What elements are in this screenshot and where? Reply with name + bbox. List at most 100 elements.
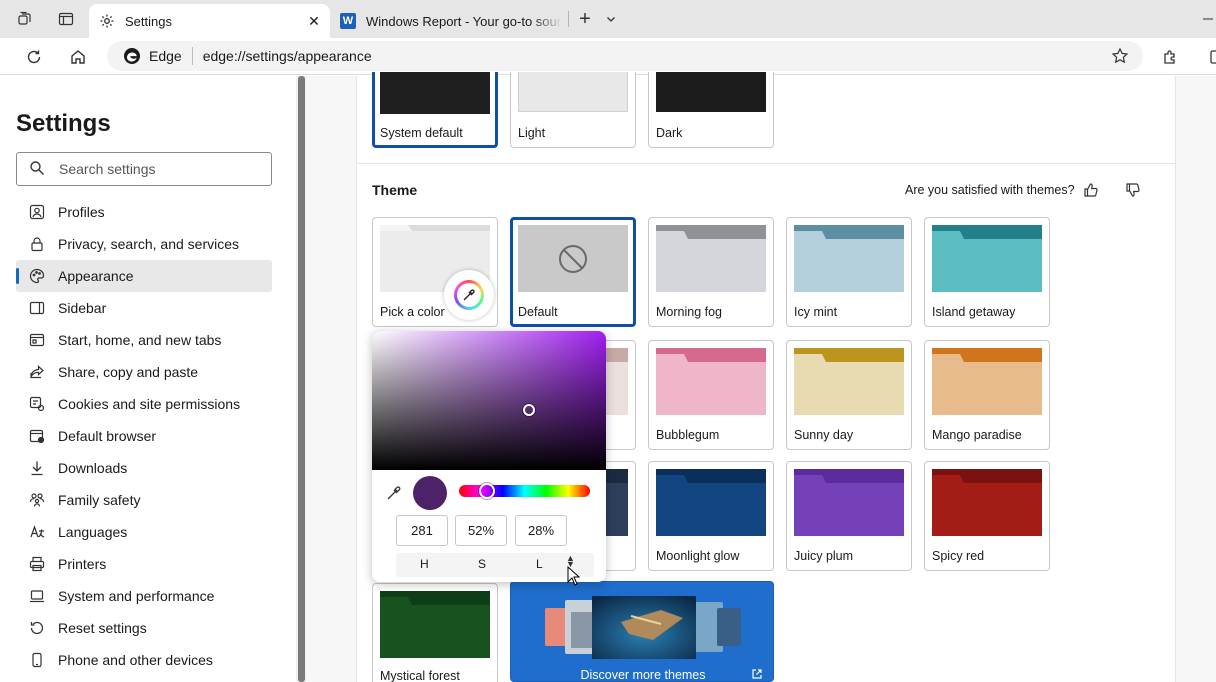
close-tab-icon[interactable]: ✕ (304, 11, 324, 31)
language-icon (28, 523, 46, 541)
folder-preview (656, 469, 766, 536)
home-icon[interactable] (67, 46, 89, 68)
tab-title: Settings (125, 13, 172, 29)
reset-icon (28, 619, 46, 637)
workspaces-icon[interactable] (14, 9, 34, 29)
extensions-icon[interactable] (1160, 46, 1182, 68)
saturation-value-field[interactable]: 52% (455, 515, 507, 546)
sidebar-item-reset[interactable]: Reset settings (16, 612, 272, 644)
theme-tile-default[interactable]: Default (510, 217, 636, 327)
new-tab-icon[interactable]: + (575, 8, 595, 30)
refresh-icon[interactable] (23, 46, 45, 68)
sidebar-item-cookies[interactable]: Cookies and site permissions (16, 388, 272, 420)
discover-more-themes-tile[interactable]: Discover more themes (510, 581, 774, 682)
tab-actions-icon[interactable] (56, 9, 76, 29)
sidebar-item-languages[interactable]: Languages (16, 516, 272, 548)
folder-preview (794, 469, 904, 536)
sidebar-item-label: Printers (58, 556, 107, 572)
color-picker-button[interactable] (444, 270, 494, 320)
theme-tile-icy-mint[interactable]: Icy mint (786, 217, 912, 327)
folder-preview (932, 469, 1042, 536)
eyedropper-icon[interactable] (384, 483, 404, 503)
theme-tile-pick-a-color[interactable]: Pick a color (372, 217, 498, 327)
theme-tile-sunny-day[interactable]: Sunny day (786, 340, 912, 450)
windows-report-icon: W (340, 13, 356, 29)
sidebar-item-privacy[interactable]: Privacy, search, and services (16, 228, 272, 260)
theme-tile-label: Bubblegum (656, 428, 720, 442)
family-icon (28, 491, 46, 509)
sidebar-item-phone[interactable]: Phone and other devices (16, 644, 272, 676)
lightness-value-field[interactable]: 28% (515, 515, 567, 546)
tab-settings[interactable]: Settings ✕ (89, 4, 330, 38)
sidebar-item-appearance[interactable]: Appearance (16, 260, 272, 292)
theme-tile-label: Mango paradise (932, 428, 1022, 442)
theme-tile-mystical-forest[interactable]: Mystical forest (372, 583, 498, 682)
selected-color-swatch (413, 476, 447, 510)
folder-preview (518, 225, 628, 292)
theme-tile-label: Mystical forest (380, 669, 460, 682)
chevron-down-icon[interactable] (601, 9, 621, 29)
folder-preview (932, 225, 1042, 292)
search-input[interactable] (59, 161, 249, 177)
sidebar-toggle-icon[interactable] (1204, 46, 1216, 68)
edge-logo-icon (124, 48, 140, 64)
light-preview (518, 72, 628, 112)
lock-icon (28, 235, 46, 253)
sidebar-item-label: System and performance (58, 588, 215, 604)
sidebar-item-label: Languages (58, 524, 128, 540)
appearance-option-dark[interactable]: Dark (648, 72, 774, 148)
omnibox-separator (191, 47, 193, 65)
thumbs-up-icon[interactable] (1081, 180, 1101, 200)
settings-nav: Profiles Privacy, search, and services A… (16, 196, 272, 676)
folder-preview (656, 225, 766, 292)
gear-icon (99, 13, 115, 29)
theme-tile-morning-fog[interactable]: Morning fog (648, 217, 774, 327)
palette-icon (28, 267, 46, 285)
theme-tile-juicy-plum[interactable]: Juicy plum (786, 461, 912, 571)
sidebar-item-sidebar[interactable]: Sidebar (16, 292, 272, 324)
share-icon (28, 363, 46, 381)
omnibox-brand: Edge (149, 48, 182, 64)
omnibox-url[interactable]: edge://settings/appearance (203, 48, 372, 64)
sidebar-item-start-home[interactable]: Start, home, and new tabs (16, 324, 272, 356)
minimize-icon[interactable] (1198, 9, 1216, 29)
thumbs-down-icon[interactable] (1123, 180, 1143, 200)
theme-tile-label: Pick a color (380, 305, 445, 319)
sidebar-item-default-browser[interactable]: Default browser (16, 420, 272, 452)
saturation-lightness-area[interactable] (372, 331, 606, 470)
search-settings-box[interactable] (16, 152, 272, 186)
hue-value-field[interactable]: 281 (396, 515, 448, 546)
appearance-option-system-default[interactable]: System default (372, 72, 498, 148)
theme-tile-moonlight-glow[interactable]: Moonlight glow (648, 461, 774, 571)
sidebar-item-system[interactable]: System and performance (16, 580, 272, 612)
external-link-icon (751, 668, 763, 681)
theme-tile-mango-paradise[interactable]: Mango paradise (924, 340, 1050, 450)
sidebar-item-share[interactable]: Share, copy and paste (16, 356, 272, 388)
tab-windows-report[interactable]: W Windows Report - Your go-to source (334, 4, 562, 38)
sidebar-item-downloads[interactable]: Downloads (16, 452, 272, 484)
sidebar-scrollbar-thumb[interactable] (298, 76, 305, 682)
printer-icon (28, 555, 46, 573)
appearance-option-light[interactable]: Light (510, 72, 636, 148)
theme-tile-island-getaway[interactable]: Island getaway (924, 217, 1050, 327)
saturation-lightness-handle[interactable] (523, 404, 535, 416)
theme-tile-label: Icy mint (794, 305, 838, 319)
color-picker-popup: 281 52% 28% H S L ▲ ▼ (372, 331, 606, 582)
theme-tile-spicy-red[interactable]: Spicy red (924, 461, 1050, 571)
sidebar-item-label: Downloads (58, 460, 128, 476)
tab-title: Windows Report - Your go-to source (366, 13, 562, 29)
favorite-star-icon[interactable] (1111, 47, 1129, 68)
hue-slider-handle[interactable] (479, 483, 495, 499)
sidebar-item-label: Profiles (58, 204, 105, 220)
sidebar-item-profiles[interactable]: Profiles (16, 196, 272, 228)
phone-icon (28, 651, 46, 669)
sidebar-item-label: Cookies and site permissions (58, 396, 241, 412)
browser-icon (28, 427, 46, 445)
folder-preview (794, 348, 904, 415)
sidebar-item-printers[interactable]: Printers (16, 548, 272, 580)
theme-tile-bubblegum[interactable]: Bubblegum (648, 340, 774, 450)
home-tabs-icon (28, 331, 46, 349)
sidebar-item-family-safety[interactable]: Family safety (16, 484, 272, 516)
folder-preview (656, 348, 766, 415)
omnibox[interactable]: Edge edge://settings/appearance (107, 41, 1143, 71)
